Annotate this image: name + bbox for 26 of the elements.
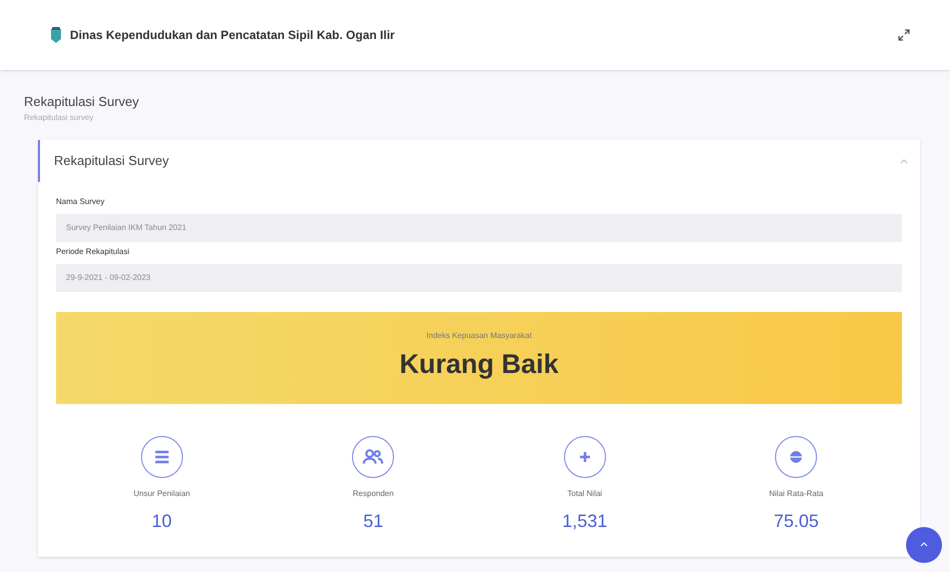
input-field[interactable]: 29-9-2021 - 09-02-2023 (56, 264, 902, 292)
stat-value: 1,531 (562, 510, 608, 532)
chevron-icon (920, 541, 928, 549)
page-title: Rekapitulasi Survey (24, 93, 140, 111)
agency-title: Dinas Kependudukan dan Pencatatan Sipil Kab. Ogan Ilir (70, 27, 395, 44)
stat-value: 51 (363, 510, 384, 532)
stat-label: Unsur Penilaian (134, 488, 190, 500)
field-label: Periode Rekapitulasi (56, 246, 130, 258)
stat-value: 10 (152, 510, 172, 532)
expand-icon[interactable] (898, 29, 910, 41)
list-icon (140, 436, 183, 478)
stat-value: 75.05 (774, 510, 819, 532)
users-icon (352, 436, 394, 478)
input-field[interactable]: Survey Penilaian IKM Tahun 2021 (56, 214, 902, 242)
globe-icon (775, 436, 818, 478)
stat-label: Nilai Rata-Rata (769, 488, 824, 500)
shield-icon (50, 26, 62, 44)
plus-icon (564, 436, 606, 478)
field-label: Nama Survey (56, 196, 106, 208)
stat-label: Total Nilai (567, 488, 602, 500)
page-subtitle: Rekapitulasi survey (24, 112, 94, 124)
stat-label: Responden (352, 488, 394, 500)
index-label: Indeks Kepuasan Masyarakat (426, 330, 532, 342)
card-title: Rekapitulasi Survey (54, 152, 169, 170)
floating-button[interactable] (906, 527, 942, 563)
index-value: Kurang Baik (399, 348, 559, 382)
